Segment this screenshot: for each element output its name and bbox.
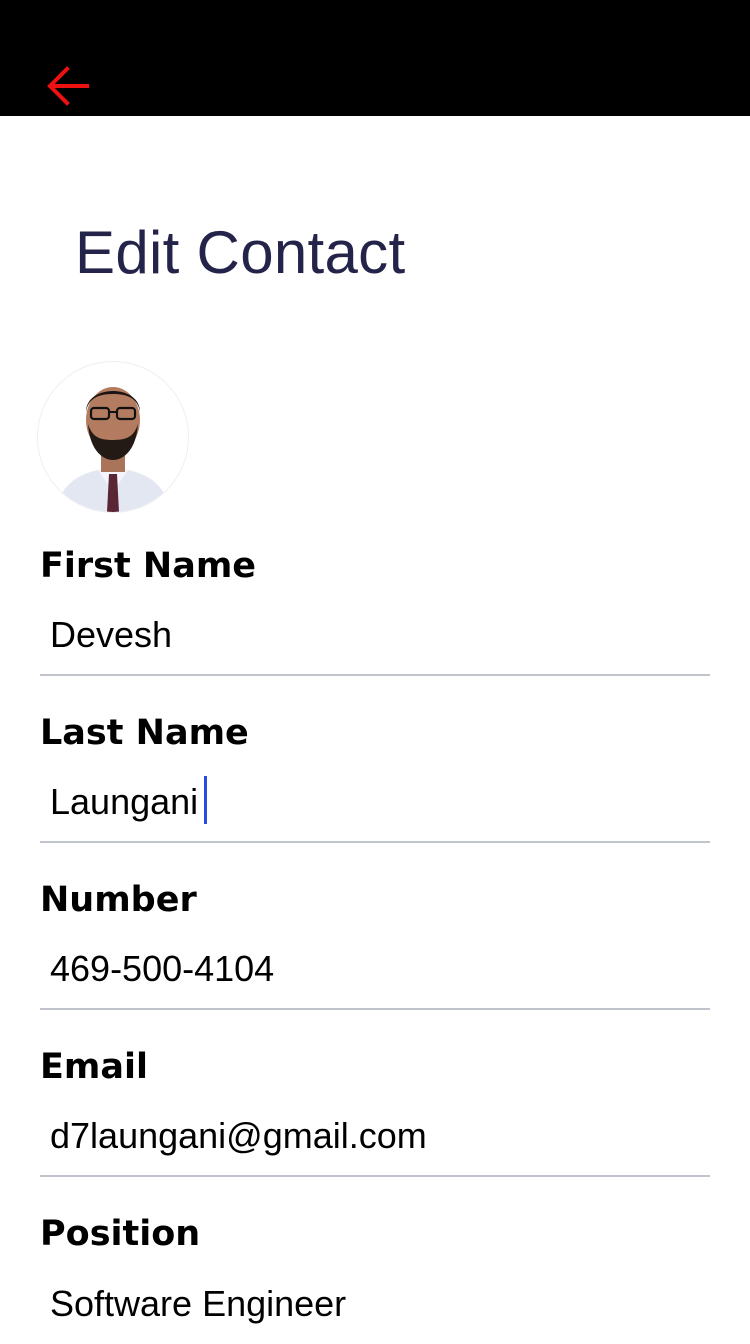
number-input[interactable] — [40, 930, 710, 1010]
top-bar — [0, 0, 750, 116]
last-name-label: Last Name — [40, 713, 249, 753]
first-name-input[interactable] — [40, 596, 710, 676]
contact-photo-image — [38, 362, 188, 512]
email-label: Email — [40, 1047, 148, 1087]
position-label: Position — [40, 1214, 201, 1254]
page-title: Edit Contact — [75, 219, 406, 286]
text-caret — [204, 776, 207, 824]
position-input[interactable] — [40, 1264, 710, 1344]
first-name-label: First Name — [40, 546, 257, 586]
last-name-input[interactable] — [40, 763, 710, 843]
number-label: Number — [40, 880, 197, 920]
email-input[interactable] — [40, 1097, 710, 1177]
arrow-left-icon — [47, 66, 89, 106]
back-button[interactable] — [40, 58, 96, 114]
avatar[interactable] — [38, 362, 188, 512]
